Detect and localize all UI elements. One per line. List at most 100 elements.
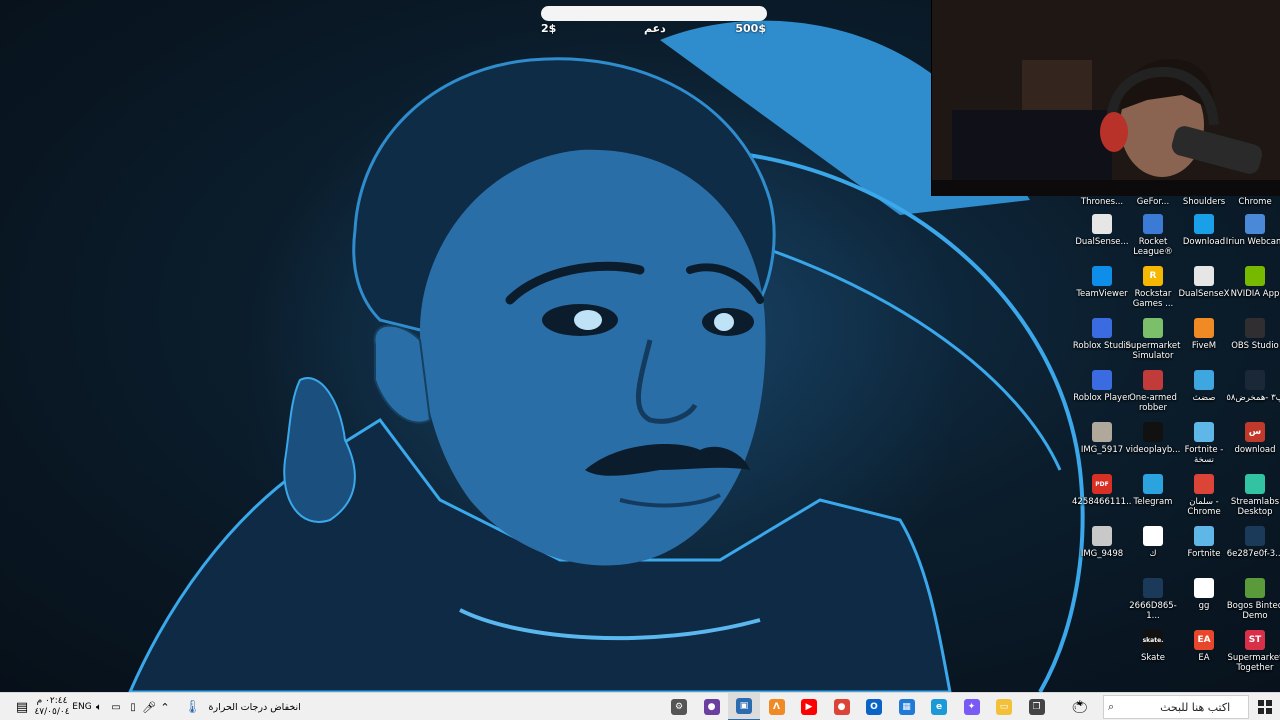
desktop-icon-fortnite-copy[interactable]: Fortnite - نسخة — [1178, 420, 1230, 470]
webcam-overlay — [931, 0, 1280, 196]
desktop-icon-arabic-1[interactable]: صضث — [1178, 368, 1230, 418]
desktop-icon-steam-icon — [1245, 370, 1265, 390]
desktop-icon-supermarket-together[interactable]: ST Supermarket Together — [1228, 628, 1280, 678]
desktop-icon-ea-icon: EA — [1194, 630, 1214, 650]
desktop-icon-gg[interactable]: gg — [1178, 576, 1230, 626]
fivem-icon: Λ — [768, 699, 785, 715]
search-input[interactable] — [1120, 697, 1231, 717]
desktop-icon-label: NVIDIA App — [1230, 289, 1280, 299]
desktop-icon-label: 6e287e0f-3... — [1226, 549, 1280, 559]
search-box[interactable]: ⌕ — [1103, 695, 1249, 719]
volume-icon[interactable]: 🔈︎ — [92, 693, 106, 720]
tb-chrome[interactable]: ● — [826, 693, 858, 720]
gear-icon: ⚙ — [671, 699, 687, 715]
desktop-icon-nvidia-app[interactable]: NVIDIA App — [1229, 264, 1280, 314]
desktop-icon-teamviewer[interactable]: TeamViewer — [1076, 264, 1128, 314]
language-label: ENG — [72, 702, 92, 712]
desktop-icon-nvidia-app-icon — [1245, 266, 1265, 286]
desktop-icon-label: download — [1234, 445, 1276, 455]
tb-task-view[interactable]: ❐ — [1021, 693, 1053, 720]
tb-outlook[interactable]: O — [858, 693, 890, 720]
tb-store[interactable]: ▦ — [891, 693, 923, 720]
battery-icon[interactable]: ▯ — [126, 693, 140, 720]
desktop-icon-dualsensex-icon — [1194, 266, 1214, 286]
desktop-icon-videoplayback[interactable]: videoplayb... — [1126, 420, 1180, 470]
tb-obs[interactable]: ● — [696, 693, 728, 720]
desktop-icon-img-9498[interactable]: IMG_9498 — [1076, 524, 1128, 574]
webcam-feed — [932, 0, 1280, 196]
desktop-icon-fivem-icon — [1194, 318, 1214, 338]
desktop-icon-iriun-webcam[interactable]: Iriun Webcam — [1226, 212, 1280, 262]
tb-edge[interactable]: e — [923, 693, 955, 720]
weather-text: انخفاض درجات الحرارة — [208, 701, 301, 713]
desktop-icon-pdf-icon: PDF — [1092, 474, 1112, 494]
desktop-icon-telegram[interactable]: Telegram — [1127, 472, 1179, 522]
microphone-icon[interactable]: 🎤︎ — [142, 693, 156, 720]
desktop-icon-ea[interactable]: EA EA — [1178, 628, 1230, 678]
desktop-icon-videoplayback-icon — [1143, 422, 1163, 442]
desktop-icon-one-armed-robber-icon — [1143, 370, 1163, 390]
tb-settings[interactable]: ⚙ — [663, 693, 695, 720]
desktop-icon-label: Chrome — [1238, 197, 1272, 207]
clock[interactable]: ٠٢:٤٤ م ٤٧/٠٥/٠٤ — [34, 693, 69, 720]
copilot-icon: ✦ — [963, 699, 980, 715]
desktop-icon-pdf[interactable]: PDF 4258466111... — [1072, 472, 1132, 522]
desktop-icon-dualsensex[interactable]: DualSenseX — [1178, 264, 1230, 314]
tb-active-window[interactable]: ▣ — [728, 693, 760, 720]
windows-logo-icon — [1258, 700, 1272, 714]
store-icon: ▦ — [898, 699, 915, 715]
tb-file-explorer[interactable]: ▭ — [988, 693, 1020, 720]
desktop-icon-streamlabs-icon — [1245, 474, 1265, 494]
desktop-icon-steam[interactable]: پ٣ -همخرض٥٨ — [1226, 368, 1280, 418]
language-indicator[interactable]: ENG — [72, 693, 92, 720]
desktop-icon-supermarket-together-icon: ST — [1245, 630, 1265, 650]
desktop-icon-fivem[interactable]: FiveM — [1178, 316, 1230, 366]
desktop-icon-roblox-player[interactable]: Roblox Player — [1073, 368, 1131, 418]
desktop-icon-fortnite[interactable]: Fortnite — [1178, 524, 1230, 574]
donation-goal-min: 2$ — [541, 22, 557, 35]
desktop-icon-dualsense[interactable]: DualSense... — [1075, 212, 1129, 262]
desktop-icon-download-edge-icon — [1194, 214, 1214, 234]
desktop-icon-skate[interactable]: skate. Skate — [1127, 628, 1179, 678]
chrome-icon: ● — [833, 699, 850, 715]
desktop-icon-streamlabs[interactable]: Streamlabs Desktop — [1229, 472, 1280, 522]
start-button[interactable] — [1250, 693, 1280, 720]
desktop-icon-label: OBS Studio — [1231, 341, 1279, 351]
tb-youtube[interactable]: ▶ — [793, 693, 825, 720]
desktop-icon-6e287e0f[interactable]: 6e287e0f-3... — [1227, 524, 1280, 574]
desktop-icon-img-9498-icon — [1092, 526, 1112, 546]
desktop-icon-chrome-salman[interactable]: سلمان - Chrome — [1178, 472, 1230, 522]
desktop-icon-kaf[interactable]: ك — [1127, 524, 1179, 574]
folder-icon: ▭ — [996, 699, 1012, 715]
desktop-icon-rocket-league[interactable]: Rocket League® — [1127, 212, 1179, 262]
youtube-icon: ▶ — [801, 699, 817, 715]
donation-goal-bar — [541, 6, 767, 21]
desktop-icon-supermarket-simulator[interactable]: Supermarket Simulator — [1126, 316, 1180, 366]
network-icon[interactable]: ▭ — [108, 693, 124, 720]
desktop-icon-6e287e0f-icon — [1245, 526, 1265, 546]
desktop-icon-bogos-binted[interactable]: Bogos Binted Demo — [1227, 576, 1280, 626]
desktop-icon-label: Supermarket Together — [1227, 653, 1280, 673]
tb-copilot[interactable]: ✦ — [956, 693, 988, 720]
desktop-icon-obs-studio[interactable]: OBS Studio — [1229, 316, 1280, 366]
desktop-icon-2666d865[interactable]: 2666D865-1... — [1127, 576, 1179, 626]
desktop-icon-roblox-studio[interactable]: Roblox Studio — [1073, 316, 1131, 366]
notification-icon: ▤ — [15, 699, 29, 715]
desktop-icon-dualsense-icon — [1092, 214, 1112, 234]
desktop-icon-download[interactable]: س download — [1229, 420, 1280, 470]
desktop-icon-rockstar-icon: R — [1143, 266, 1163, 286]
desktop-icon-roblox-studio-icon — [1092, 318, 1112, 338]
desktop-icon-teamviewer-icon — [1092, 266, 1112, 286]
desktop-icon-img-5917[interactable]: IMG_5917 — [1076, 420, 1128, 470]
search-highlight[interactable]: 🍅︎ — [1057, 693, 1103, 720]
tb-fivem[interactable]: Λ — [761, 693, 793, 720]
desktop-icon-rockstar[interactable]: R Rockstar Games ... — [1127, 264, 1179, 314]
search-highlight-icon: 🍅︎ — [1071, 699, 1089, 715]
clock-time: ٠٢:٤٤ م — [36, 696, 68, 706]
weather-widget[interactable]: 🌡︎ انخفاض درجات الحرارة — [184, 693, 304, 720]
desktop-icon-one-armed-robber[interactable]: One-armed robber — [1127, 368, 1179, 418]
desktop-icon-download-edge[interactable]: Download — [1178, 212, 1230, 262]
chevron-up-icon[interactable]: ⌃ — [158, 693, 172, 720]
outlook-icon: O — [866, 699, 882, 715]
window-icon: ▣ — [736, 698, 752, 714]
